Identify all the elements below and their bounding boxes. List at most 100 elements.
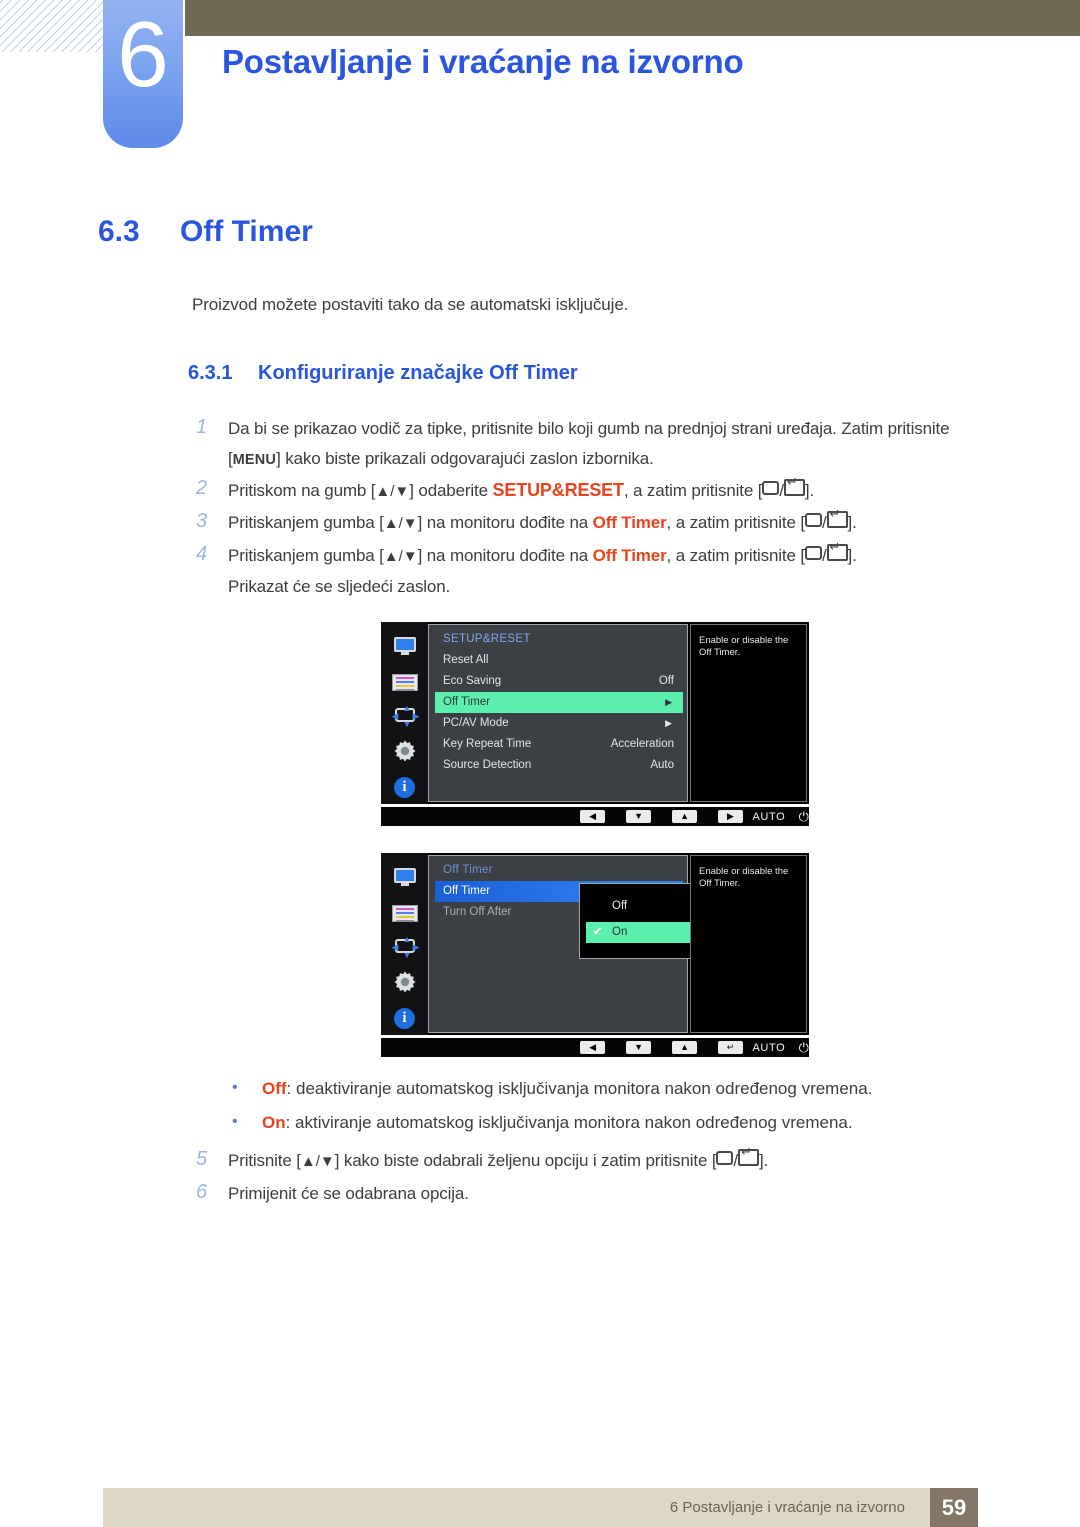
- page-footer: 6 Postavljanje i vraćanje na izvorno 59: [103, 1488, 978, 1527]
- chevron-right-icon: ▶: [665, 697, 672, 707]
- power-icon[interactable]: ⏻: [799, 809, 809, 825]
- osd1-right-button[interactable]: ▶: [718, 810, 743, 823]
- osd2-menu-panel: Off Timer Off Timer Turn Off After Off ✔…: [428, 855, 731, 1033]
- updown-keycap: ▲/▼: [383, 548, 418, 565]
- osd1-row-label: PC/AV Mode: [443, 717, 509, 729]
- step-1-number: 1: [196, 416, 207, 438]
- step-4-note: Prikazat će se sljedeći zaslon.: [228, 577, 451, 596]
- enter-button-icon: [738, 1145, 759, 1166]
- osd1-row-off-timer[interactable]: Off Timer ▶: [435, 692, 683, 713]
- osd2-option-label: Off: [612, 900, 628, 912]
- keyword-off-timer: Off Timer: [592, 546, 667, 565]
- osd1-row-key-repeat-time[interactable]: Key Repeat Time Acceleration: [435, 734, 683, 755]
- step-1-line2: ] kako biste prikazali odgovarajući zasl…: [276, 449, 654, 468]
- osd1-up-button[interactable]: ▲: [672, 810, 697, 823]
- osd1-menu-panel: SETUP&RESET Reset All Eco Saving Off Off…: [428, 624, 688, 802]
- info-icon[interactable]: i: [394, 1008, 415, 1029]
- info-icon[interactable]: i: [394, 777, 415, 798]
- subsection-number: 6.3.1: [188, 362, 233, 384]
- section-title: Off Timer: [180, 215, 313, 248]
- subsection-heading: 6.3.1 Konfiguriranje značajke Off Timer: [188, 362, 578, 385]
- osd2-menu-title: Off Timer: [443, 864, 493, 876]
- step-2-text: Pritiskom na gumb [▲/▼] odaberite SETUP&…: [228, 475, 1018, 507]
- footer-chapter-text: 6 Postavljanje i vraćanje na izvorno: [669, 1499, 905, 1516]
- picture-color-icon[interactable]: [391, 674, 418, 691]
- osd2-enter-button[interactable]: ↵: [718, 1041, 743, 1054]
- chevron-right-icon: ▶: [665, 718, 672, 728]
- gear-icon[interactable]: [393, 970, 417, 994]
- monitor-icon[interactable]: [392, 867, 418, 889]
- osd2-auto-button[interactable]: AUTO: [753, 1042, 786, 1054]
- updown-keycap: ▲/▼: [300, 1153, 335, 1170]
- bullet-off-text: Off: deaktiviranje automatskog isključiv…: [262, 1079, 1022, 1099]
- rect-button-icon: [804, 546, 822, 560]
- osd2-up-button[interactable]: ▲: [672, 1041, 697, 1054]
- chapter-number: 6: [117, 2, 169, 106]
- bullet-dot: •: [232, 1113, 238, 1130]
- step-5-text: Pritisnite [▲/▼] kako biste odabrali žel…: [228, 1145, 1018, 1177]
- osd2-row-label: Off Timer: [443, 885, 491, 897]
- step-1-line1: Da bi se prikazao vodič za tipke, pritis…: [228, 419, 950, 438]
- section-heading: 6.3 Off Timer: [98, 215, 313, 249]
- step-3-text: Pritiskanjem gumba [▲/▼] na monitoru dođ…: [228, 507, 1018, 539]
- step-5-part-b: ] kako biste odabrali željenu opciju i z…: [334, 1151, 717, 1170]
- osd1-left-button[interactable]: ◀: [580, 810, 606, 823]
- step-4-part-c: , a zatim pritisnite [: [666, 546, 806, 565]
- chapter-title: Postavljanje i vraćanje na izvorno: [222, 43, 744, 80]
- section-number: 6.3: [98, 215, 140, 248]
- picture-color-icon[interactable]: [391, 905, 418, 922]
- osd1-row-label: Off Timer: [443, 696, 491, 708]
- step-6-number: 6: [196, 1181, 207, 1203]
- osd1-auto-button[interactable]: AUTO: [753, 811, 786, 823]
- step-5-number: 5: [196, 1148, 207, 1170]
- osd1-body: ▲ ▼ ◀ ▶ i SETUP&RESET Reset All Eco Savi…: [381, 622, 809, 804]
- step-3-part-c: , a zatim pritisnite [: [666, 513, 806, 532]
- step-3-number: 3: [196, 510, 207, 532]
- keyword-on: On: [262, 1113, 286, 1132]
- osd1-row-value: Acceleration: [610, 738, 674, 750]
- header-olive-bar: [185, 0, 1080, 36]
- subsection-title: Konfiguriranje značajke Off Timer: [258, 362, 578, 384]
- osd1-row-value: Off: [658, 675, 674, 687]
- chapter-number-badge: 6: [103, 0, 183, 148]
- osd1-description: Enable or disable the Off Timer.: [690, 624, 807, 802]
- osd2-row-label: Turn Off After: [443, 906, 512, 918]
- gear-icon[interactable]: [393, 739, 417, 763]
- osd1-row-source-detection[interactable]: Source Detection Auto: [435, 755, 683, 776]
- check-icon: ✔: [593, 926, 603, 938]
- step-6-text: Primijenit će se odabrana opcija.: [228, 1184, 469, 1203]
- osd1-menu-title: SETUP&RESET: [443, 633, 531, 645]
- updown-keycap: ▲/▼: [383, 515, 418, 532]
- osd2-body: ▲ ▼ ◀ ▶ i Off Timer Off Timer Turn Off A…: [381, 853, 809, 1035]
- step-1-text: Da bi se prikazao vodič za tipke, pritis…: [228, 414, 1018, 475]
- enter-button-icon: [826, 540, 848, 561]
- osd2-description: Enable or disable the Off Timer.: [690, 855, 807, 1033]
- size-position-icon[interactable]: ▲ ▼ ◀ ▶: [392, 704, 420, 729]
- step-4-text: Pritiskanjem gumba [▲/▼] na monitoru dođ…: [228, 540, 1018, 602]
- step-2-part-b: ] odaberite: [409, 481, 493, 500]
- osd2-left-button[interactable]: ◀: [580, 1041, 606, 1054]
- gear-icon-svg: [394, 971, 415, 993]
- osd1-row-reset-all[interactable]: Reset All: [435, 650, 683, 671]
- rect-button-icon: [804, 513, 822, 527]
- step-2-part-d: ].: [804, 481, 815, 500]
- osd2-option-label: On: [612, 926, 628, 938]
- osd2-down-button[interactable]: ▼: [626, 1041, 652, 1054]
- osd1-row-pc-av-mode[interactable]: PC/AV Mode ▶: [435, 713, 683, 734]
- power-icon[interactable]: ⏻: [799, 1040, 809, 1056]
- osd-screenshot-off-timer: ▲ ▼ ◀ ▶ i Off Timer Off Timer Turn Off A…: [381, 853, 809, 1057]
- size-position-icon[interactable]: ▲ ▼ ◀ ▶: [392, 935, 420, 960]
- monitor-icon[interactable]: [392, 636, 418, 658]
- osd1-down-button[interactable]: ▼: [626, 810, 652, 823]
- keyword-off-timer: Off Timer: [592, 513, 667, 532]
- step-4-number: 4: [196, 543, 207, 565]
- osd-screenshot-setup-reset: ▲ ▼ ◀ ▶ i SETUP&RESET Reset All Eco Savi…: [381, 622, 809, 826]
- osd1-row-eco-saving[interactable]: Eco Saving Off: [435, 671, 683, 692]
- step-2-part-c: , a zatim pritisnite [: [623, 481, 763, 500]
- rect-button-icon: [762, 481, 780, 495]
- bullet-on-description: : aktiviranje automatskog isključivanja …: [285, 1113, 853, 1132]
- osd1-row-label: Eco Saving: [443, 675, 502, 687]
- gear-icon-svg: [394, 740, 415, 762]
- rect-button-icon: [716, 1151, 734, 1165]
- step-3-part-b: ] na monitoru dođite na: [417, 513, 593, 532]
